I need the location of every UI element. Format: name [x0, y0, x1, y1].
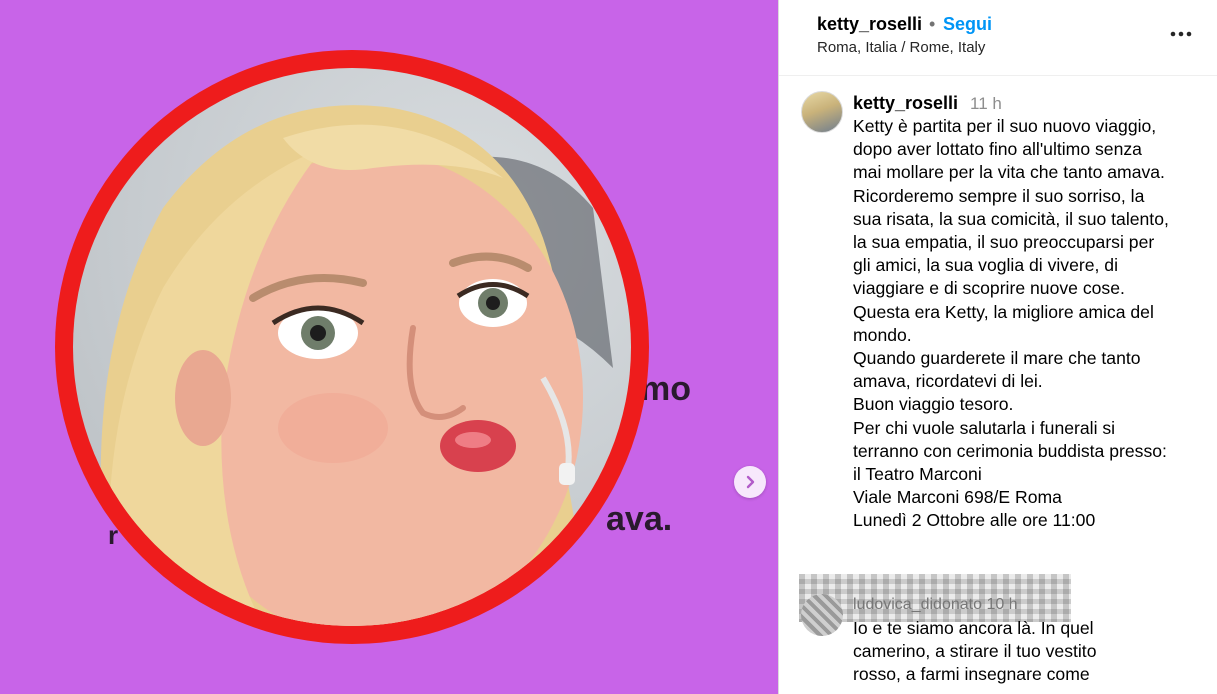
post-header: ketty_roselli • Segui Roma, Italia / Rom…: [779, 0, 1217, 76]
more-horizontal-icon: [1170, 31, 1192, 37]
follow-button[interactable]: Segui: [943, 14, 992, 35]
author-username[interactable]: ketty_roselli: [817, 14, 922, 35]
commenter-username[interactable]: ludovica_didonato 10 h: [853, 596, 1018, 614]
portrait-photo: [73, 68, 631, 626]
post-sidebar: ketty_roselli • Segui Roma, Italia / Rom…: [779, 0, 1217, 694]
caption-text: Ketty è partita per il suo nuovo viaggio…: [853, 116, 1169, 531]
author-avatar[interactable]: [801, 91, 843, 133]
chevron-right-icon: [746, 475, 755, 489]
overlay-text: mo: [640, 370, 691, 408]
commenter-avatar[interactable]: [801, 594, 843, 636]
post-media[interactable]: mo ava. r: [0, 0, 778, 694]
caption-timestamp: 11 h: [970, 94, 1002, 113]
location-link[interactable]: Roma, Italia / Rome, Italy: [817, 39, 985, 56]
caption-username[interactable]: ketty_roselli: [853, 93, 958, 114]
more-options-button[interactable]: [1169, 22, 1193, 46]
separator-dot: •: [929, 14, 936, 34]
overlay-text: ava.: [606, 500, 673, 538]
next-slide-button[interactable]: [734, 466, 766, 498]
comment-text: Io e te siamo ancora là. In quel camerin…: [853, 618, 1097, 685]
portrait-ring: [55, 50, 649, 644]
